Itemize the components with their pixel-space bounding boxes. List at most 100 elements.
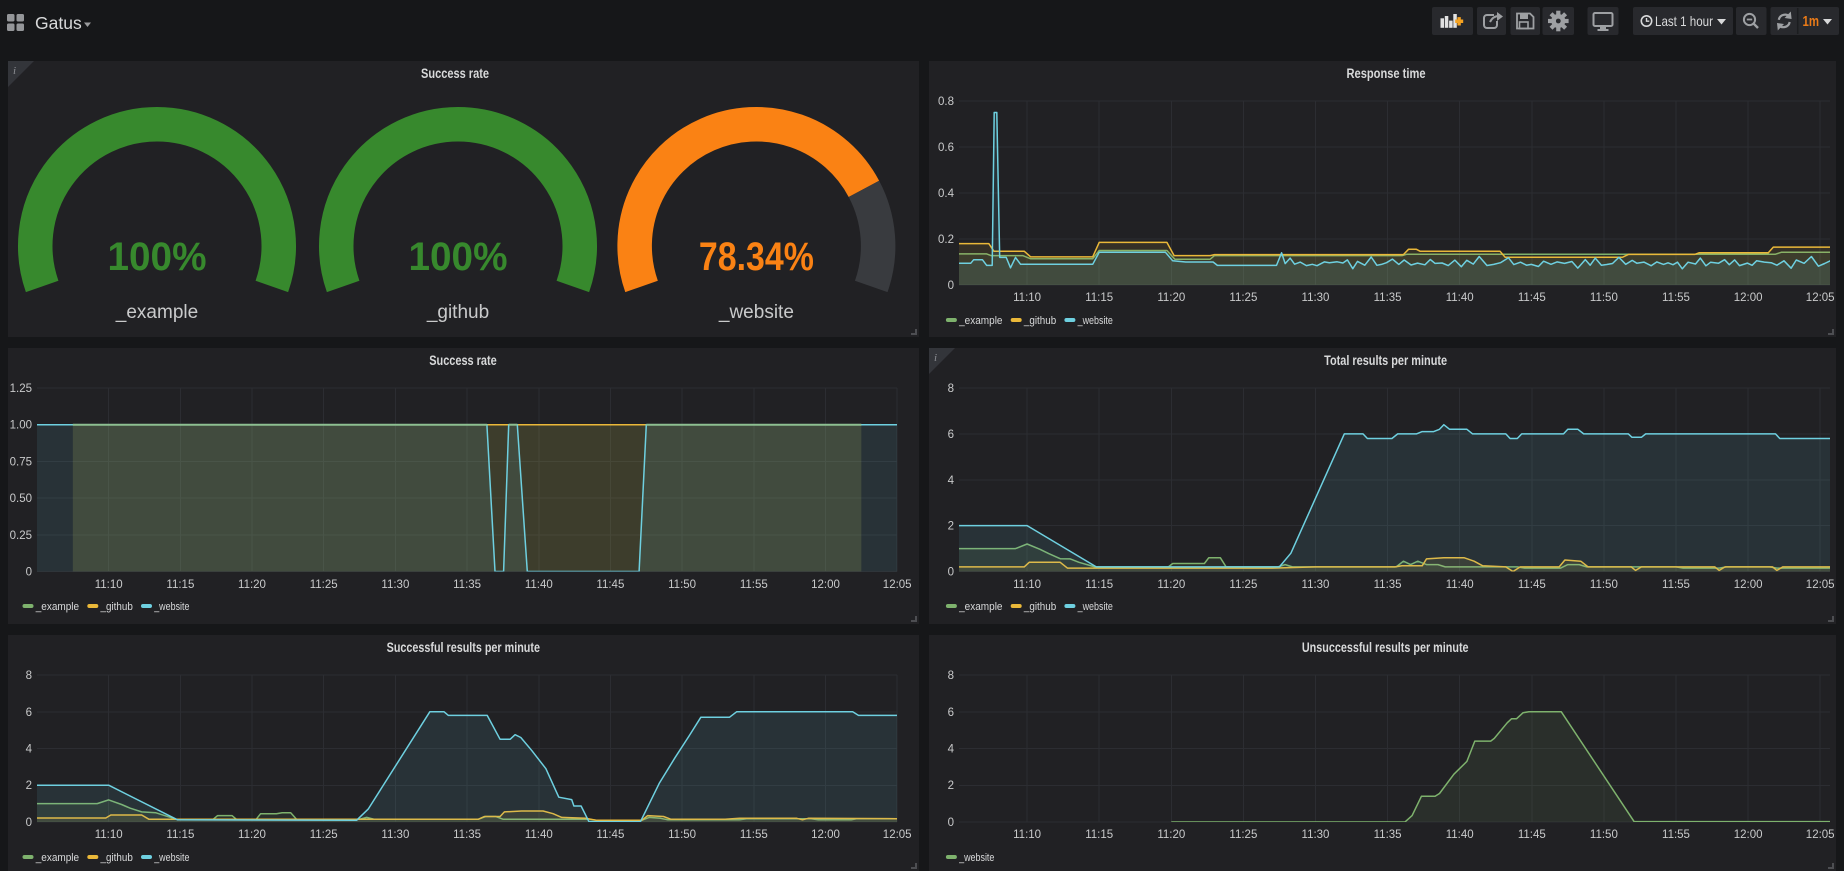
- svg-text:11:40: 11:40: [525, 579, 553, 591]
- svg-text:_github: _github: [100, 601, 133, 613]
- svg-text:Success rate: Success rate: [421, 66, 489, 81]
- svg-text:11:15: 11:15: [1085, 829, 1113, 841]
- svg-text:11:25: 11:25: [1229, 579, 1257, 591]
- svg-text:12:05: 12:05: [883, 829, 912, 841]
- svg-text:_example: _example: [35, 852, 79, 864]
- svg-text:100%: 100%: [108, 235, 207, 279]
- svg-text:11:25: 11:25: [1229, 829, 1257, 841]
- svg-text:11:40: 11:40: [525, 829, 553, 841]
- svg-text:78.34%: 78.34%: [699, 235, 814, 279]
- svg-text:11:50: 11:50: [1590, 579, 1618, 591]
- svg-text:11:45: 11:45: [596, 579, 624, 591]
- svg-text:12:05: 12:05: [1806, 292, 1835, 304]
- svg-text:11:55: 11:55: [740, 829, 768, 841]
- svg-text:_github: _github: [426, 302, 489, 323]
- svg-text:6: 6: [948, 707, 954, 719]
- svg-text:11:45: 11:45: [1518, 292, 1546, 304]
- svg-text:0.6: 0.6: [938, 142, 954, 154]
- svg-text:11:35: 11:35: [1374, 829, 1402, 841]
- svg-text:6: 6: [26, 707, 32, 719]
- svg-text:Gatus: Gatus: [35, 13, 82, 33]
- svg-text:11:10: 11:10: [1013, 829, 1041, 841]
- svg-text:_website: _website: [958, 852, 994, 864]
- svg-text:11:45: 11:45: [1518, 579, 1546, 591]
- svg-text:1m: 1m: [1803, 14, 1820, 30]
- svg-text:11:35: 11:35: [1374, 292, 1402, 304]
- svg-text:11:10: 11:10: [95, 829, 123, 841]
- svg-text:11:45: 11:45: [596, 829, 624, 841]
- svg-text:8: 8: [26, 670, 32, 682]
- svg-text:_website: _website: [153, 852, 189, 864]
- svg-text:11:15: 11:15: [166, 829, 194, 841]
- svg-text:0: 0: [948, 280, 954, 292]
- svg-text:12:05: 12:05: [883, 579, 912, 591]
- svg-text:11:35: 11:35: [453, 829, 481, 841]
- svg-text:11:55: 11:55: [740, 579, 768, 591]
- svg-text:2: 2: [26, 780, 32, 792]
- svg-text:11:15: 11:15: [166, 579, 194, 591]
- svg-text:11:40: 11:40: [1446, 829, 1474, 841]
- svg-text:11:15: 11:15: [1085, 292, 1113, 304]
- svg-text:11:15: 11:15: [1085, 579, 1113, 591]
- svg-text:0: 0: [26, 567, 32, 579]
- svg-text:_example: _example: [115, 302, 198, 323]
- svg-text:12:00: 12:00: [1734, 292, 1763, 304]
- svg-text:0: 0: [948, 567, 954, 579]
- svg-text:1.00: 1.00: [10, 420, 32, 432]
- svg-text:11:50: 11:50: [668, 579, 696, 591]
- svg-text:11:25: 11:25: [310, 579, 338, 591]
- svg-text:11:50: 11:50: [1590, 829, 1618, 841]
- svg-text:_website: _website: [1077, 315, 1113, 327]
- svg-text:4: 4: [948, 744, 955, 756]
- svg-text:_example: _example: [958, 315, 1002, 327]
- svg-text:11:30: 11:30: [381, 829, 409, 841]
- svg-text:12:05: 12:05: [1806, 829, 1835, 841]
- svg-text:_github: _github: [100, 852, 133, 864]
- svg-text:12:05: 12:05: [1806, 579, 1835, 591]
- svg-text:11:35: 11:35: [453, 579, 481, 591]
- svg-text:2: 2: [948, 780, 954, 792]
- svg-text:11:10: 11:10: [1013, 579, 1041, 591]
- svg-text:11:10: 11:10: [1013, 292, 1041, 304]
- svg-text:Total results per minute: Total results per minute: [1324, 353, 1447, 368]
- svg-text:4: 4: [26, 744, 33, 756]
- svg-text:11:20: 11:20: [238, 829, 266, 841]
- svg-text:_example: _example: [35, 601, 79, 613]
- svg-text:Successful results per minute: Successful results per minute: [387, 640, 541, 655]
- svg-text:_website: _website: [1077, 601, 1113, 613]
- svg-text:Unsuccessful results per minut: Unsuccessful results per minute: [1302, 640, 1469, 655]
- svg-text:0: 0: [948, 817, 954, 829]
- svg-text:11:50: 11:50: [668, 829, 696, 841]
- svg-text:11:55: 11:55: [1662, 829, 1690, 841]
- svg-text:0: 0: [26, 817, 32, 829]
- svg-text:11:40: 11:40: [1446, 579, 1474, 591]
- svg-text:11:30: 11:30: [1302, 829, 1330, 841]
- svg-text:_example: _example: [958, 601, 1002, 613]
- svg-text:8: 8: [948, 670, 954, 682]
- svg-text:11:20: 11:20: [1157, 829, 1185, 841]
- svg-text:12:00: 12:00: [1734, 829, 1763, 841]
- svg-text:8: 8: [948, 383, 954, 395]
- svg-text:_website: _website: [718, 302, 794, 323]
- svg-text:_github: _github: [1023, 601, 1056, 613]
- svg-text:11:10: 11:10: [95, 579, 123, 591]
- svg-text:1.25: 1.25: [10, 383, 32, 395]
- svg-text:12:00: 12:00: [811, 829, 840, 841]
- svg-text:4: 4: [948, 475, 955, 487]
- svg-text:11:30: 11:30: [1302, 579, 1330, 591]
- svg-text:_github: _github: [1023, 315, 1056, 327]
- svg-text:2: 2: [948, 521, 954, 533]
- svg-text:11:45: 11:45: [1518, 829, 1546, 841]
- svg-text:11:50: 11:50: [1590, 292, 1618, 304]
- svg-text:11:30: 11:30: [1302, 292, 1330, 304]
- svg-text:0.2: 0.2: [938, 234, 954, 246]
- svg-text:Success rate: Success rate: [429, 353, 497, 368]
- svg-text:11:25: 11:25: [1229, 292, 1257, 304]
- svg-text:11:25: 11:25: [310, 829, 338, 841]
- svg-text:11:35: 11:35: [1374, 579, 1402, 591]
- svg-text:11:20: 11:20: [1157, 579, 1185, 591]
- svg-text:11:20: 11:20: [1157, 292, 1185, 304]
- svg-text:11:55: 11:55: [1662, 579, 1690, 591]
- svg-text:11:30: 11:30: [381, 579, 409, 591]
- svg-text:11:20: 11:20: [238, 579, 266, 591]
